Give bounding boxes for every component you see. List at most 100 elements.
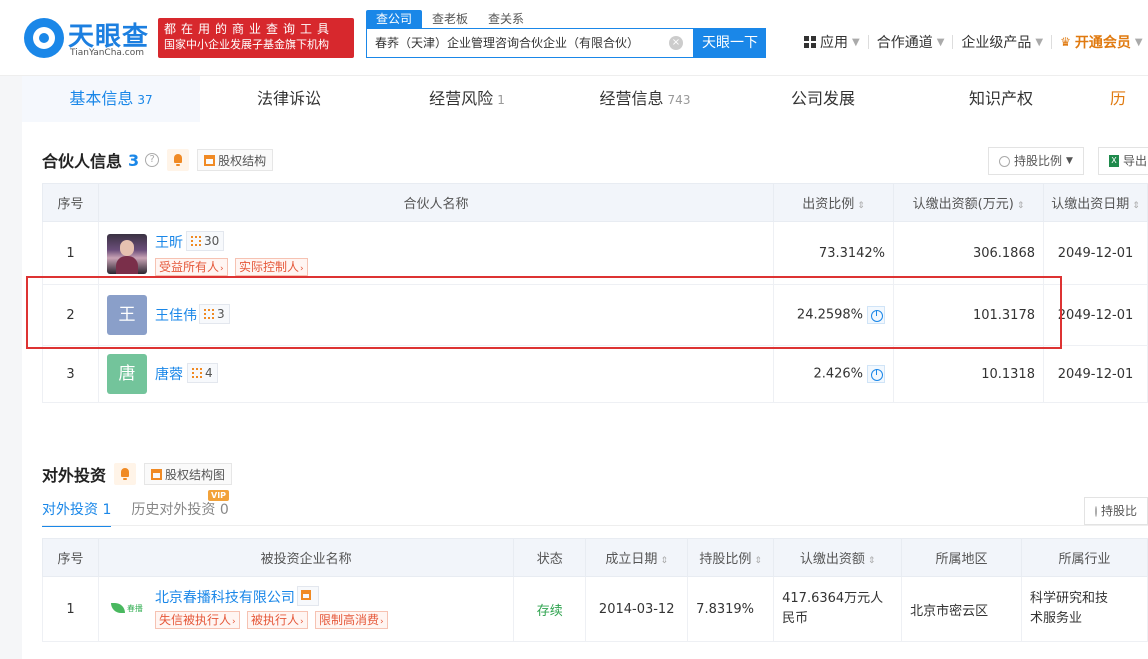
nav-vip-label: 开通会员: [1074, 35, 1131, 51]
equity-chart-label: 股权结构图: [165, 467, 226, 482]
top-header: 天眼查 TianYanCha.com 都在用的商业查询工具 国家中小企业发展子基…: [0, 0, 1148, 76]
row-ratio: 7.8319%: [687, 576, 775, 642]
holdings-badge[interactable]: 3: [198, 304, 230, 324]
row-amount-line1: 417.6364万元人: [782, 591, 884, 606]
tab-litigation[interactable]: 法律诉讼: [200, 76, 378, 122]
company-logo[interactable]: 春播: [109, 597, 149, 621]
company-name-link[interactable]: 北京春播科技有限公司: [155, 587, 295, 607]
col-company: 被投资企业名称: [97, 538, 515, 577]
table-row: 1 春播 北京春播科技有限公司 失信被执行人› 被执行人› 限制高消费› 存续 …: [42, 576, 1148, 642]
tab-history[interactable]: 历: [1090, 76, 1130, 122]
pie-chart-icon[interactable]: [867, 306, 886, 324]
investment-ratio-button[interactable]: 持股比: [1084, 497, 1148, 525]
avatar[interactable]: [106, 234, 147, 274]
help-icon[interactable]: ?: [145, 153, 160, 167]
nav-cooperation[interactable]: 合作通道 ▼: [869, 32, 953, 52]
partner-info: 王 王佳伟 3: [99, 285, 773, 345]
avatar[interactable]: 王: [106, 295, 147, 335]
col-amount[interactable]: 认缴出资额(万元) ⇕: [893, 183, 1044, 222]
partner-info: 唐 唐蓉 4: [99, 346, 773, 402]
company-logo-text: 春播: [126, 604, 143, 613]
table-row: 2 王 王佳伟 3 24.2598% 101.3178 2049-12-01: [42, 284, 1148, 346]
col-amount[interactable]: 认缴出资额 ⇕: [773, 538, 903, 577]
col-region: 所属地区: [901, 538, 1023, 577]
tab-investments[interactable]: 对外投资 1: [42, 499, 112, 527]
tab-label: 基本信息: [69, 89, 134, 108]
table-header-row: 序号 合伙人名称 出资比例 ⇕ 认缴出资额(万元) ⇕ 认缴出资日期 ⇕: [42, 183, 1148, 222]
partner-name-link[interactable]: 王昕: [155, 232, 183, 252]
tab-basic-info[interactable]: 基本信息 37: [22, 76, 200, 122]
slogan-line1: 都在用的商业查询工具: [164, 22, 335, 36]
holdings-badge[interactable]: 30: [185, 231, 225, 251]
export-button[interactable]: X 导出: [1098, 147, 1148, 175]
equity-chart-button[interactable]: 股权结构图: [144, 463, 233, 485]
search-button[interactable]: 天眼一下: [694, 28, 766, 58]
structure-icon: [300, 590, 311, 600]
row-industry-line1: 科学研究和技: [1030, 591, 1109, 606]
partner-name-link[interactable]: 王佳伟: [155, 305, 197, 325]
tag-label: 受益所有人: [158, 260, 219, 274]
search-tab-relation[interactable]: 查关系: [478, 10, 534, 28]
tag-actual-controller[interactable]: 实际控制人›: [234, 258, 308, 276]
clear-icon[interactable]: ×: [669, 36, 683, 50]
search-tab-company[interactable]: 查公司: [366, 10, 423, 28]
bell-icon[interactable]: [114, 463, 137, 485]
divider: [42, 525, 1148, 526]
vip-badge: VIP: [208, 490, 230, 501]
holdings-badge[interactable]: 4: [186, 363, 218, 383]
nav-enterprise[interactable]: 企业级产品 ▼: [953, 32, 1051, 52]
tag-dishonest[interactable]: 失信被执行人›: [154, 611, 240, 629]
tab-ip[interactable]: 知识产权: [912, 76, 1090, 122]
tab-history-investments[interactable]: 历史对外投资 0: [131, 499, 228, 527]
row-ratio-value: 24.2598%: [796, 307, 864, 323]
relation-icon: [203, 309, 214, 319]
tag-beneficial-owner[interactable]: 受益所有人›: [154, 258, 228, 276]
sort-icon: ⇕: [867, 556, 876, 566]
row-founded: 2014-03-12: [585, 576, 689, 642]
nav-apps[interactable]: 应用 ▼: [796, 32, 868, 52]
tag-executed[interactable]: 被执行人›: [246, 611, 308, 629]
avatar[interactable]: 唐: [106, 354, 147, 394]
tag-restricted[interactable]: 限制高消费›: [314, 611, 388, 629]
info-icon: [1095, 505, 1097, 517]
pie-chart-icon[interactable]: [867, 365, 886, 383]
tab-label: 历史对外投资: [131, 502, 216, 518]
partners-section-title: 合伙人信息 3 ? 股权结构: [42, 148, 274, 172]
partner-cell: 王 王佳伟 3: [97, 284, 775, 346]
tab-operation[interactable]: 经营信息 743: [556, 76, 734, 122]
col-ratio[interactable]: 出资比例 ⇕: [773, 183, 895, 222]
col-no: 序号: [42, 183, 99, 222]
table-row: 3 唐 唐蓉 4 2.426% 10.1318 2049-12-01: [42, 345, 1148, 403]
row-date: 2049-12-01: [1042, 284, 1148, 346]
bell-icon[interactable]: [167, 149, 190, 171]
search-input[interactable]: 春荞（天津）企业管理咨询合伙企业（有限合伙） ×: [366, 28, 694, 58]
search-tab-boss[interactable]: 查老板: [422, 10, 478, 28]
holding-ratio-label: 持股比例: [1014, 154, 1063, 168]
col-ratio[interactable]: 持股比例 ⇕: [687, 538, 775, 577]
chevron-right-icon: ›: [379, 617, 384, 627]
partner-info: 王昕 30 受益所有人› 实际控制人›: [99, 222, 773, 284]
investments-title: 对外投资: [42, 466, 107, 485]
row-no: 1: [42, 576, 99, 642]
row-ratio: 2.426%: [773, 345, 895, 403]
holding-ratio-button[interactable]: 持股比例 ▼: [988, 147, 1084, 175]
tab-risk[interactable]: 经营风险 1: [378, 76, 556, 122]
tab-development[interactable]: 公司发展: [734, 76, 912, 122]
row-industry-line2: 术服务业: [1030, 611, 1083, 626]
main-tabs: 基本信息 37 法律诉讼 经营风险 1 经营信息 743 公司发展 知识产权 历: [22, 76, 1148, 122]
logo-domain: TianYanCha.com: [70, 48, 145, 58]
tab-label: 法律诉讼: [256, 89, 321, 108]
tianyancha-logo[interactable]: 天眼查 TianYanCha.com: [24, 14, 154, 60]
caret-down-icon: ▼: [1134, 36, 1143, 48]
partner-name-link[interactable]: 唐蓉: [155, 364, 183, 384]
sort-icon: ⇕: [1132, 201, 1140, 211]
col-founded[interactable]: 成立日期 ⇕: [585, 538, 689, 577]
row-amount-line2: 民币: [782, 611, 809, 626]
equity-structure-button[interactable]: 股权结构: [197, 149, 274, 171]
col-date[interactable]: 认缴出资日期 ⇕: [1042, 183, 1148, 222]
tab-count: 743: [667, 93, 691, 107]
caret-down-icon: ▼: [936, 36, 945, 48]
holdings-count: 30: [203, 234, 220, 248]
nav-vip[interactable]: ♛ 开通会员 ▼: [1052, 32, 1148, 52]
structure-badge[interactable]: [296, 586, 319, 606]
